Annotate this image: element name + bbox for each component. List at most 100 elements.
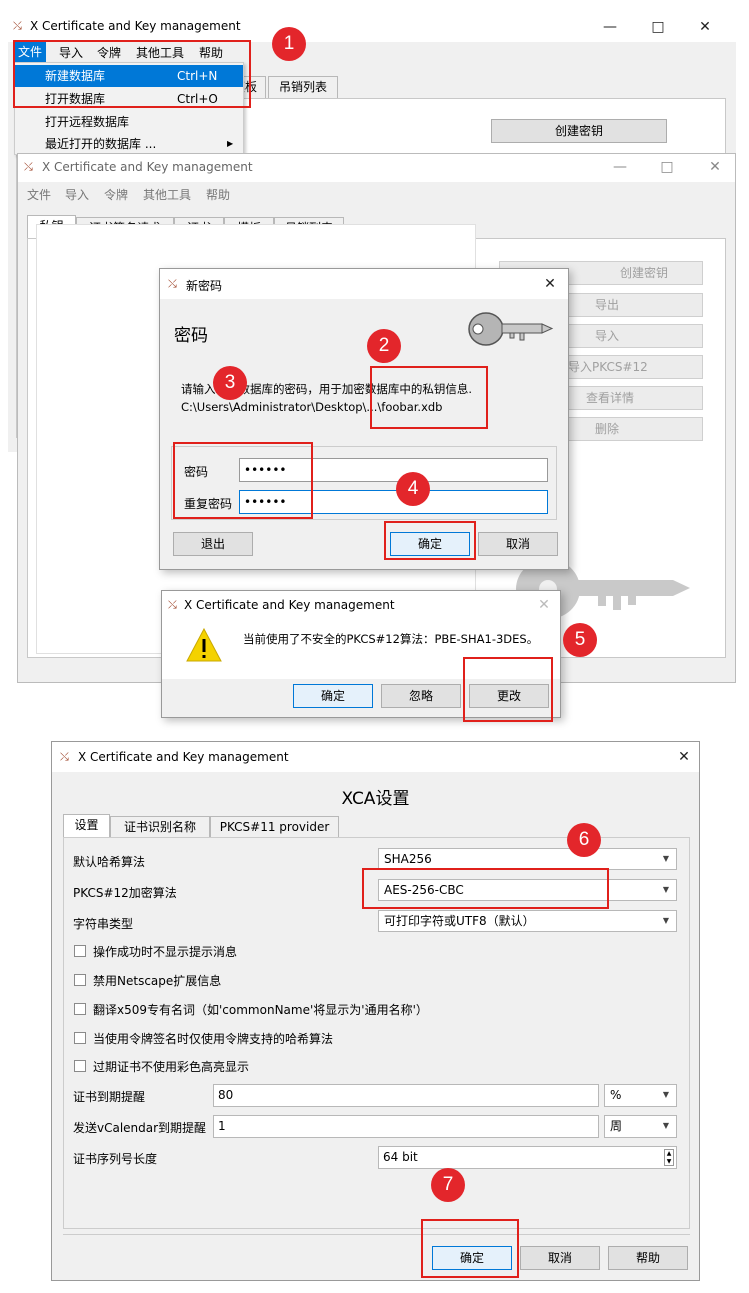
- warning-icon: [185, 627, 223, 666]
- maximize-icon[interactable]: □: [646, 16, 670, 38]
- badge-4: 4: [396, 472, 430, 506]
- dropdown-arrow-icon: ▼: [662, 1121, 669, 1130]
- checkbox-token-hash-only-label: 当使用令牌签名时仅使用令牌支持的哈希算法: [93, 1032, 334, 1046]
- badge-1: 1: [272, 27, 306, 61]
- expiry-unit-select[interactable]: % ▼: [604, 1084, 677, 1107]
- dropdown-arrow-icon: ▼: [662, 916, 669, 925]
- badge-5: 5: [563, 623, 597, 657]
- serial-length-spinbox[interactable]: 64 bit ▲ ▼: [378, 1146, 677, 1169]
- expiry-warning-input[interactable]: 80: [213, 1084, 599, 1107]
- close-icon[interactable]: ✕: [703, 156, 727, 178]
- vcalendar-warning-label: 发送vCalendar到期提醒: [73, 1121, 207, 1135]
- serial-length-value: 64 bit: [383, 1150, 418, 1164]
- serial-length-label: 证书序列号长度: [73, 1152, 158, 1166]
- close-icon[interactable]: ✕: [538, 273, 562, 295]
- tab-pkcs11-provider[interactable]: PKCS#11 provider: [210, 816, 339, 838]
- settings-titlebar: ⤯ X Certificate and Key management ✕: [52, 742, 699, 772]
- checkbox-no-color-expired-label: 过期证书不使用彩色高亮显示: [93, 1060, 250, 1074]
- password-heading: 密码: [174, 326, 208, 346]
- second-window-title: X Certificate and Key management: [42, 160, 253, 174]
- annotation-box-6: [362, 868, 609, 909]
- close-icon[interactable]: ✕: [672, 746, 696, 768]
- expiry-warning-label: 证书到期提醒: [73, 1090, 146, 1104]
- annotation-box-7: [421, 1219, 519, 1278]
- dropdown-arrow-icon: ▼: [662, 1090, 669, 1099]
- warning-dialog-title: X Certificate and Key management: [184, 598, 395, 612]
- menu-tools[interactable]: 其他工具: [143, 186, 191, 203]
- settings-heading: XCA设置: [341, 789, 410, 809]
- badge-2: 2: [367, 329, 401, 363]
- password-cancel-button[interactable]: 取消: [478, 532, 558, 556]
- warning-dialog-titlebar: ⤯ X Certificate and Key management ✕: [162, 591, 560, 619]
- minimize-icon[interactable]: —: [608, 156, 632, 178]
- app-logo-icon: ⤯: [13, 19, 22, 32]
- checkbox-no-color-expired[interactable]: [74, 1060, 86, 1072]
- app-logo-icon: ⤯: [168, 277, 177, 290]
- default-hash-select[interactable]: SHA256 ▼: [378, 848, 677, 870]
- menu-token[interactable]: 令牌: [104, 186, 128, 203]
- badge-3: 3: [213, 366, 247, 400]
- spin-arrows-icon[interactable]: ▲ ▼: [664, 1149, 674, 1166]
- menu-item-recent-db-label: 最近打开的数据库 ...: [45, 137, 157, 151]
- warning-ignore-button[interactable]: 忽略: [381, 684, 461, 708]
- expiry-unit-value: %: [610, 1088, 622, 1102]
- app-logo-icon: ⤯: [24, 160, 33, 173]
- settings-dialog: ⤯ X Certificate and Key management ✕ XCA…: [51, 741, 700, 1281]
- warning-ok-button[interactable]: 确定: [293, 684, 373, 708]
- app-logo-icon: ⤯: [60, 750, 69, 763]
- annotation-box-2: [370, 366, 488, 429]
- menu-item-open-remote-db[interactable]: 打开远程数据库: [15, 111, 243, 133]
- checkbox-suppress-success[interactable]: [74, 945, 86, 957]
- dropdown-arrow-icon: ▼: [662, 854, 669, 863]
- default-hash-label: 默认哈希算法: [73, 855, 146, 869]
- checkbox-translate-x509-label: 翻译x509专有名词（如'commonName'将显示为'通用名称'）: [93, 1003, 428, 1017]
- string-type-label: 字符串类型: [73, 917, 134, 931]
- dropdown-arrow-icon: ▼: [662, 885, 669, 894]
- checkbox-disable-netscape[interactable]: [74, 974, 86, 986]
- badge-7: 7: [431, 1168, 465, 1202]
- password-dialog-header: 密码: [160, 299, 568, 364]
- main-window-title: X Certificate and Key management: [30, 19, 241, 33]
- menu-help[interactable]: 帮助: [206, 186, 230, 203]
- default-hash-value: SHA256: [384, 852, 432, 866]
- string-type-select[interactable]: 可打印字符或UTF8（默认） ▼: [378, 910, 677, 932]
- close-icon[interactable]: ✕: [532, 594, 556, 616]
- annotation-box-3: [173, 442, 313, 519]
- exit-button[interactable]: 退出: [173, 532, 253, 556]
- settings-cancel-button[interactable]: 取消: [520, 1246, 600, 1270]
- menu-item-recent-db[interactable]: 最近打开的数据库 ... ▶: [15, 133, 243, 155]
- password-dialog-titlebar: ⤯ 新密码 ✕: [160, 269, 568, 299]
- menu-item-open-remote-db-label: 打开远程数据库: [45, 115, 130, 129]
- second-menu-bar: 文件 导入 令牌 其他工具 帮助: [18, 184, 735, 206]
- annotation-box-5: [463, 657, 553, 722]
- annotation-box-4: [384, 521, 476, 560]
- checkbox-token-hash-only[interactable]: [74, 1032, 86, 1044]
- password-dialog-title: 新密码: [186, 279, 223, 293]
- settings-button-divider: [63, 1234, 690, 1235]
- vcalendar-unit-value: 周: [610, 1119, 623, 1133]
- checkbox-suppress-success-label: 操作成功时不显示提示消息: [93, 945, 238, 959]
- tab-crl-partial[interactable]: 吊销列表: [268, 76, 338, 98]
- menu-file[interactable]: 文件: [27, 186, 51, 203]
- password-dialog: ⤯ 新密码 ✕ 密码 请输入XCA数据库的密码，用于加密数据库中的私钥信息. C…: [159, 268, 569, 570]
- vcalendar-warning-input[interactable]: 1: [213, 1115, 599, 1138]
- tab-settings[interactable]: 设置: [63, 814, 110, 838]
- settings-help-button[interactable]: 帮助: [608, 1246, 688, 1270]
- vcalendar-unit-select[interactable]: 周 ▼: [604, 1115, 677, 1138]
- badge-6: 6: [567, 823, 601, 857]
- close-icon[interactable]: ✕: [693, 16, 717, 38]
- string-type-value: 可打印字符或UTF8（默认）: [384, 914, 535, 928]
- settings-dialog-title: X Certificate and Key management: [78, 750, 289, 764]
- warning-message: 当前使用了不安全的PKCS#12算法：PBE-SHA1-3DES。: [243, 632, 539, 646]
- second-titlebar: ⤯ X Certificate and Key management — □ ✕: [18, 154, 735, 182]
- pkcs12-algo-label: PKCS#12加密算法: [73, 886, 177, 900]
- create-key-button-back[interactable]: 创建密钥: [491, 119, 667, 143]
- app-logo-icon: ⤯: [168, 598, 177, 611]
- key-icon: [466, 311, 554, 350]
- tab-dn[interactable]: 证书识别名称: [110, 816, 210, 838]
- maximize-icon[interactable]: □: [655, 156, 679, 178]
- menu-import[interactable]: 导入: [65, 186, 89, 203]
- annotation-box-1: [13, 40, 251, 108]
- minimize-icon[interactable]: —: [598, 16, 622, 38]
- checkbox-translate-x509[interactable]: [74, 1003, 86, 1015]
